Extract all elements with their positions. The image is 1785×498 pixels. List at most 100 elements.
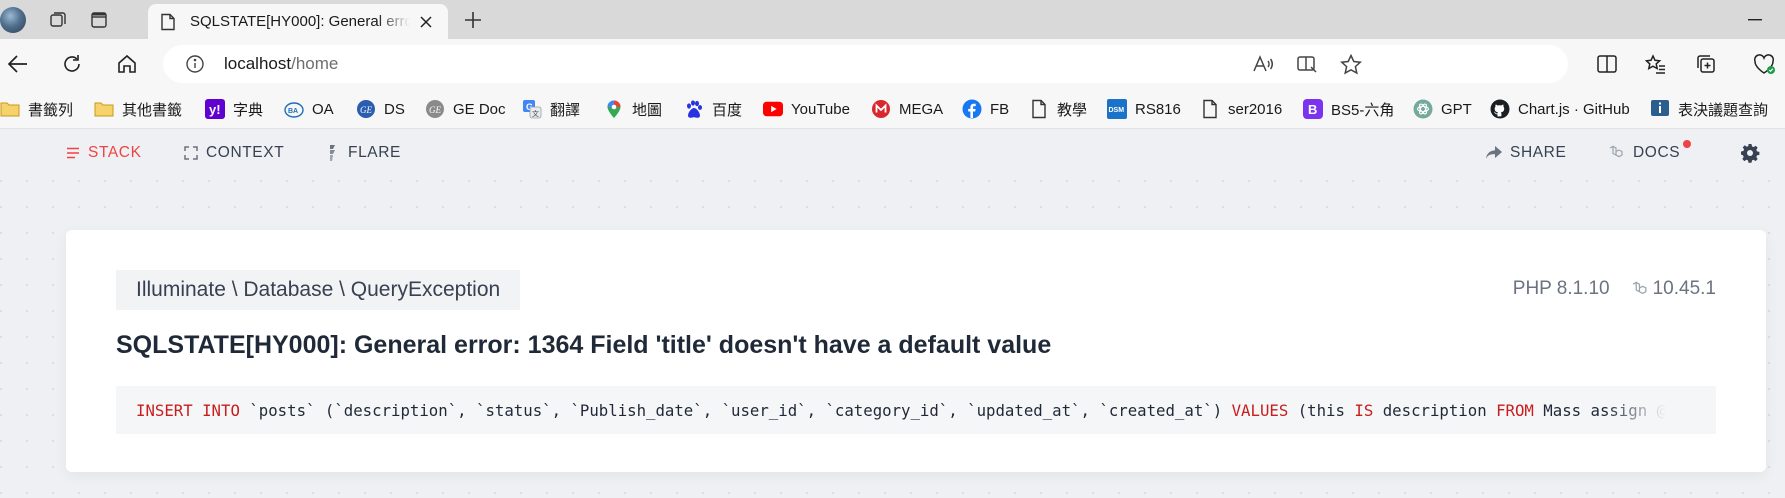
active-tab[interactable]: SQLSTATE[HY000]: General error: 1364 Fie… [148,4,448,39]
favorite-button[interactable] [1337,51,1365,77]
gear-icon [1741,144,1760,163]
url-text[interactable]: localhost/home [224,54,338,74]
bookmark-gpt[interactable]: GPT [1413,97,1472,121]
exception-card: Illuminate \ Database \ QueryException P… [66,230,1766,472]
bookmark-folder-bookmarks-bar[interactable]: 書籤列 [0,97,73,121]
bookmark-vote-query[interactable]: 表決議題查詢 [1650,97,1768,121]
ignition-nav: STACK CONTEXT FLARE SHARE DOCS [0,130,1785,178]
oa-icon: BA [284,99,304,119]
tab-stack-label: STACK [88,144,142,161]
bookmark-ds[interactable]: GE DS [356,97,405,121]
tab-stack[interactable]: STACK [66,144,142,162]
new-tab-button[interactable] [458,6,488,34]
sql-text: description [1373,400,1497,420]
collections-button[interactable] [1690,49,1722,79]
bookmark-label: RS816 [1135,100,1181,118]
refresh-button[interactable] [56,49,88,79]
bookmark-label: 翻譯 [550,101,581,119]
bookmarks-bar: 書籤列 其他書籤 y! 字典 BA OA GE DS GE GE Doc G文 … [0,89,1785,129]
ge-doc-icon: GE [425,99,445,119]
bookmark-label: GPT [1441,100,1472,118]
svg-text:GE: GE [429,105,441,115]
docs-label: DOCS [1633,144,1681,161]
bookmark-mega[interactable]: MEGA [871,97,943,121]
read-aloud-button[interactable] [1249,51,1277,77]
dsm-icon: DSM [1107,99,1127,119]
home-button[interactable] [111,49,143,79]
docs-button[interactable]: DOCS [1609,140,1692,162]
bookmark-label: MEGA [899,100,944,118]
bookmark-label: 地圖 [632,101,663,119]
bookmark-maps[interactable]: 地圖 [604,97,662,121]
settings-button[interactable] [1740,143,1768,163]
sql-text: (this [1288,400,1355,420]
workspaces-button[interactable] [43,6,73,34]
bookmark-label: DS [384,100,405,118]
bookmark-ge-doc[interactable]: GE GE Doc [425,97,506,121]
yahoo-icon: y! [205,99,225,119]
exception-message: SQLSTATE[HY000]: General error: 1364 Fie… [116,331,1052,359]
bookmark-dictionary[interactable]: y! 字典 [205,97,263,121]
facebook-icon [962,99,982,119]
tab-strip: SQLSTATE[HY000]: General error: 1364 Fie… [0,0,1785,39]
share-button[interactable]: SHARE [1486,144,1566,162]
bookmark-label: 表決議題查詢 [1678,101,1769,119]
split-screen-icon [1597,55,1617,73]
sql-query-box: INSERT INTO `posts` (`description`, `sta… [116,386,1716,434]
profile-avatar[interactable] [0,7,26,33]
bookmark-rs816[interactable]: DSM RS816 [1107,97,1181,121]
bookmark-translate[interactable]: G文 翻譯 [522,97,580,121]
svg-text:BA: BA [288,108,298,115]
docs-label-wrap: DOCS [1633,140,1692,162]
bookmark-label: FB [990,100,1010,118]
folder-icon [0,99,20,119]
bootstrap-icon: B [1303,99,1323,119]
refresh-icon [64,55,80,72]
minimize-button[interactable] [1740,8,1770,32]
bookmark-oa[interactable]: BA OA [284,97,334,121]
navigation-bar: localhost/home [0,39,1785,89]
reading-view-button[interactable] [1293,51,1321,77]
back-button[interactable] [2,49,34,79]
chatgpt-icon [1413,99,1433,119]
vertical-tabs-button[interactable] [84,6,114,34]
bookmark-label: 書籤列 [28,101,74,119]
sql-keyword: VALUES [1231,400,1289,420]
info-site-icon [1650,99,1670,119]
bookmark-fb[interactable]: FB [962,97,1009,121]
bookmark-label: BS5-六角 [1331,101,1395,119]
youtube-icon [763,99,783,119]
translate-icon: G文 [522,99,542,119]
svg-text:文: 文 [532,109,539,118]
bookmark-label: 教學 [1057,101,1088,119]
tab-context[interactable]: CONTEXT [184,144,284,162]
bookmark-ser2016[interactable]: ser2016 [1200,97,1282,121]
expand-icon [184,146,198,160]
heart-pulse-icon [1753,54,1775,74]
svg-text:B: B [1308,102,1317,117]
browser-essentials-button[interactable] [1748,49,1780,79]
bookmark-tutorial[interactable]: 教學 [1029,97,1087,121]
bookmark-bs5[interactable]: B BS5-六角 [1303,97,1394,121]
exception-class: Illuminate \ Database \ QueryException [116,270,521,310]
share-icon [1486,146,1502,159]
close-icon [420,15,432,28]
page-icon [1029,99,1049,119]
bookmark-folder-other[interactable]: 其他書籤 [94,97,182,121]
site-info-icon[interactable] [185,54,205,74]
tab-flare[interactable]: FLARE [328,144,401,162]
url-host: localhost [224,54,292,73]
tab-context-label: CONTEXT [206,144,285,161]
close-tab-button[interactable] [416,12,436,32]
address-bar[interactable]: localhost/home [163,45,1568,83]
bookmark-chartjs-github[interactable]: Chart.js · GitHub [1490,97,1630,121]
php-version: PHP 8.1.10 [1512,278,1610,299]
stack-icon [67,147,79,159]
favorites-button[interactable] [1640,49,1672,79]
bookmark-youtube[interactable]: YouTube [763,97,850,121]
collections-icon [1697,55,1715,73]
bookmark-label: 字典 [233,101,264,119]
bookmark-baidu[interactable]: 百度 [684,97,742,121]
page-icon [161,13,175,30]
split-screen-button[interactable] [1591,49,1623,79]
